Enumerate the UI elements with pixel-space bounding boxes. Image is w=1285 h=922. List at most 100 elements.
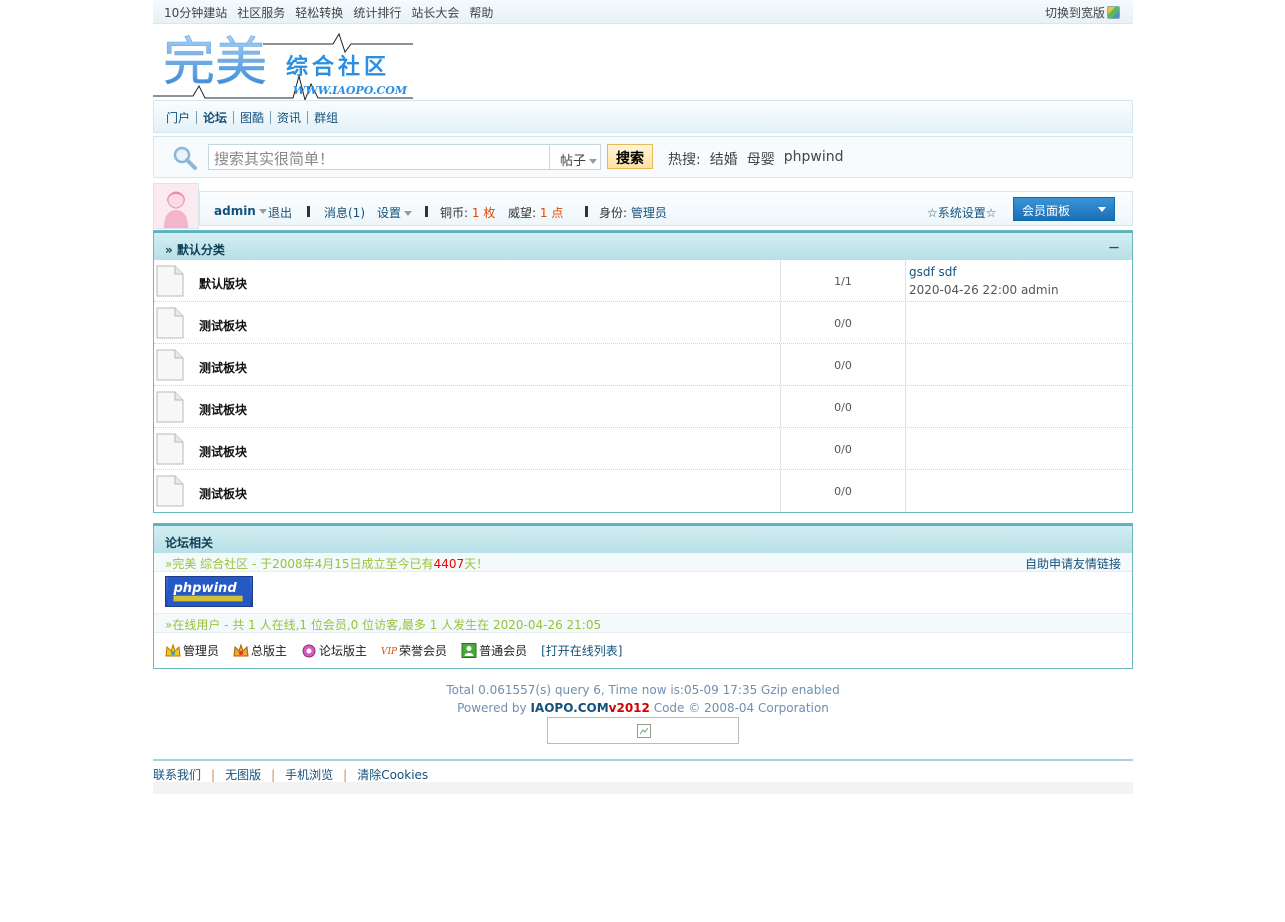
- vip-icon: VIP: [381, 647, 397, 657]
- prestige-info: 威望: 1 点: [508, 204, 563, 221]
- nav-item-gallery[interactable]: 图酷: [234, 109, 270, 126]
- last-post-info: 2020-04-26 22:00 admin: [909, 283, 1059, 297]
- member-panel-label: 会员面板: [1022, 204, 1071, 218]
- board-row: 测试板块 0/0: [154, 344, 1132, 386]
- nav-item-portal[interactable]: 门户: [166, 109, 196, 126]
- svg-text:VIP: VIP: [381, 647, 397, 657]
- board-count: 0/0: [781, 344, 906, 385]
- footer-link-mobile[interactable]: 手机浏览: [285, 766, 333, 783]
- footer-link-contact[interactable]: 联系我们: [153, 766, 201, 783]
- legend-admin-label: 管理员: [183, 644, 220, 658]
- board-name[interactable]: 测试板块: [185, 428, 781, 469]
- phpwind-logo[interactable]: phpwind: [165, 576, 253, 607]
- footer-image-placeholder[interactable]: [547, 717, 739, 744]
- footer-stats: Total 0.061557(s) query 6, Time now is:0…: [446, 683, 840, 697]
- footer-bottom-bar: [153, 782, 1133, 794]
- super-moderator-crown-icon: [233, 643, 249, 657]
- friend-link-apply[interactable]: 自助申请友情链接: [1025, 555, 1121, 572]
- board-name[interactable]: 测试板块: [185, 470, 781, 512]
- footer: Total 0.061557(s) query 6, Time now is:0…: [153, 681, 1133, 744]
- identity-value[interactable]: 管理员: [631, 206, 667, 220]
- username-menu[interactable]: admin: [214, 204, 267, 218]
- search-scope-select[interactable]: 帖子: [549, 144, 601, 170]
- board-row: 测试板块 0/0: [154, 386, 1132, 428]
- logo-sub-text: 综合社区: [286, 54, 390, 80]
- forum-category: » 默认分类 － 默认版块 1/1 gsdf sdf 2020-04-26 22…: [153, 230, 1133, 513]
- member-panel-button[interactable]: 会员面板: [1013, 197, 1115, 221]
- board-name[interactable]: 测试板块: [185, 302, 781, 343]
- main-nav: 门户 论坛 图酷 资讯 群组: [153, 100, 1133, 133]
- broken-image-icon: [637, 724, 651, 738]
- nav-item-forum[interactable]: 论坛: [197, 109, 233, 126]
- friend-logo-row: phpwind: [154, 572, 1132, 614]
- board-name[interactable]: 测试板块: [185, 386, 781, 427]
- system-settings-link[interactable]: ☆系统设置☆: [927, 204, 997, 221]
- chevron-down-icon: [589, 159, 598, 164]
- board-status-icon: [156, 391, 184, 423]
- board-count: 0/0: [781, 302, 906, 343]
- footer-powered: Powered by IAOPO.COMv2012 Code © 2008-04…: [153, 699, 1133, 717]
- open-online-list[interactable]: [打开在线列表]: [541, 642, 622, 659]
- board-last-post: [906, 344, 1132, 385]
- switch-wide-link[interactable]: 切换到宽版: [1045, 4, 1120, 21]
- top-link-community-service[interactable]: 社区服务: [237, 4, 285, 21]
- top-link-convert[interactable]: 轻松转换: [295, 4, 343, 21]
- identity-info: 身份: 管理员: [599, 204, 667, 221]
- founded-days: 4407: [433, 557, 465, 571]
- footer-brand-link[interactable]: IAOPO.COM: [530, 701, 608, 715]
- hot-search-label: 热搜:: [668, 152, 701, 168]
- board-last-post: [906, 302, 1132, 343]
- search-button[interactable]: 搜索: [607, 144, 653, 169]
- legend-honor: VIP 荣誉会员: [381, 642, 447, 659]
- settings-menu[interactable]: 设置: [377, 204, 413, 221]
- legend-normal-label: 普通会员: [479, 644, 528, 658]
- board-status-icon: [156, 475, 184, 507]
- site-logo[interactable]: 完美 综合社区 WWW.IAOPO.COM: [153, 24, 1133, 100]
- board-status-icon: [156, 307, 184, 339]
- page-wrapper: 10分钟建站 社区服务 轻松转换 统计排行 站长大会 帮助 切换到宽版 完美 综…: [153, 0, 1133, 794]
- hot-word-phpwind[interactable]: phpwind: [784, 149, 844, 169]
- hot-word-wedding[interactable]: 结婚: [710, 149, 738, 169]
- top-link-stats[interactable]: 统计排行: [353, 4, 401, 21]
- avatar[interactable]: [153, 183, 199, 229]
- logo-main-text: 完美: [163, 33, 267, 93]
- forum-related: 论坛相关 »完美 综合社区 - 于2008年4月15日成立至今已有4407天！ …: [153, 523, 1133, 669]
- board-name[interactable]: 测试板块: [185, 344, 781, 385]
- board-last-post: [906, 428, 1132, 469]
- switch-wide-label: 切换到宽版: [1044, 6, 1105, 20]
- last-post-title[interactable]: gsdf sdf: [909, 263, 1132, 281]
- nav-item-news[interactable]: 资讯: [271, 109, 307, 126]
- member-legend: 管理员 总版主 论坛版主 VIP 荣誉会员 普通会员 [打开在线列表]: [154, 633, 1132, 668]
- search-input[interactable]: 搜索其实很简单！: [208, 144, 550, 170]
- messages-link[interactable]: 消息(1): [324, 204, 365, 221]
- nav-item-groups[interactable]: 群组: [308, 109, 344, 126]
- category-header: » 默认分类 －: [154, 231, 1132, 260]
- category-title[interactable]: » 默认分类: [165, 241, 225, 258]
- nav-items: 门户 论坛 图酷 资讯 群组: [166, 109, 344, 126]
- prestige-value: 1 点: [539, 206, 564, 220]
- hot-word-baby[interactable]: 母婴: [747, 149, 775, 169]
- top-link-build-site[interactable]: 10分钟建站: [164, 4, 227, 21]
- board-count: 0/0: [781, 428, 906, 469]
- top-link-webmaster[interactable]: 站长大会: [411, 4, 459, 21]
- footer-link-text-mode[interactable]: 无图版: [225, 766, 261, 783]
- founded-suffix: 天！: [464, 557, 489, 571]
- board-count: 0/0: [781, 470, 906, 512]
- identity-label: 身份:: [599, 206, 628, 220]
- user-bar: admin 退出 消息(1) 设置 铜币: 1 枚 威望: 1 点 身份: 管理…: [153, 183, 1133, 229]
- top-link-help[interactable]: 帮助: [469, 4, 493, 21]
- chevron-down-icon: [404, 211, 413, 216]
- board-last-post: [906, 386, 1132, 427]
- board-name[interactable]: 默认版块: [185, 260, 781, 301]
- board-last-post: gsdf sdf 2020-04-26 22:00 admin: [906, 260, 1132, 301]
- chevron-down-icon: [258, 209, 267, 214]
- coins-label: 铜币:: [440, 206, 469, 220]
- founded-prefix: »完美 综合社区 - 于2008年4月15日成立至今已有: [165, 557, 434, 571]
- member-user-icon: [461, 643, 477, 658]
- divider: [425, 204, 428, 218]
- board-status-icon: [156, 265, 184, 297]
- board-list: 默认版块 1/1 gsdf sdf 2020-04-26 22:00 admin…: [154, 260, 1132, 512]
- logout-link[interactable]: 退出: [268, 204, 292, 221]
- footer-link-clear-cookies[interactable]: 清除Cookies: [357, 766, 428, 783]
- collapse-icon[interactable]: －: [1108, 239, 1120, 256]
